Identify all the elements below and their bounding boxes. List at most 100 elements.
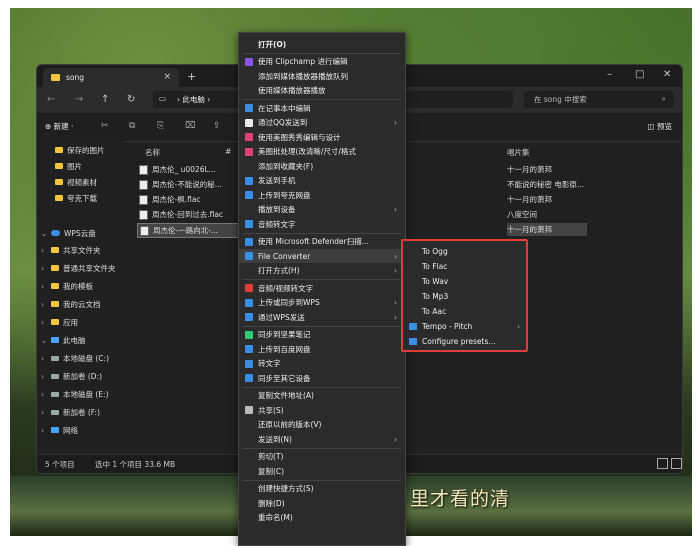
- menu-item-t-27[interactable]: 剪切(T): [239, 450, 405, 464]
- submenu-item-tempo-pitch[interactable]: Tempo - Pitch ›: [403, 319, 526, 333]
- menu-item-wps-18[interactable]: 通过WPS发送 ›: [239, 310, 405, 324]
- chevron-icon[interactable]: ›: [41, 390, 51, 399]
- menu-item-microsoft-defender-13[interactable]: 使用 Microsoft Defender扫描...: [239, 235, 405, 249]
- chevron-icon[interactable]: ⌄: [41, 336, 51, 345]
- sidebar-item-13[interactable]: › 本地磁盘 (E:): [41, 387, 109, 401]
- submenu-item-to-mp3[interactable]: To Mp3: [403, 289, 526, 303]
- column-album[interactable]: 唱片集: [507, 147, 530, 158]
- file-row[interactable]: 周杰伦_ u0026L...: [137, 163, 247, 176]
- menu-item-7[interactable]: 美图批处理(改清晰/尺寸/格式: [239, 145, 405, 159]
- chevron-icon[interactable]: ›: [41, 300, 51, 309]
- sidebar-item-1[interactable]: 图片: [55, 159, 82, 173]
- menu-item-m-31[interactable]: 重命名(M): [239, 511, 405, 525]
- share-icon[interactable]: ⇪: [213, 121, 221, 131]
- sidebar-item-14[interactable]: › 新加卷 (F:): [41, 405, 100, 419]
- menu-item-21[interactable]: 转文字: [239, 357, 405, 371]
- menu-item-4[interactable]: 在记事本中编辑: [239, 101, 405, 115]
- sidebar-item-3[interactable]: 夸克下载: [55, 191, 97, 205]
- menu-item-o-0[interactable]: 打开(O): [239, 37, 405, 51]
- file-row[interactable]: 周杰伦-一路向北-...: [137, 223, 249, 238]
- sidebar-item-8[interactable]: › 我的云文档: [41, 297, 101, 311]
- sidebar-item-2[interactable]: 视频素材: [55, 175, 97, 189]
- menu-item-3[interactable]: 使用媒体播放器播放: [239, 84, 405, 98]
- menu-item-2[interactable]: 添加到媒体播放器播放队列: [239, 69, 405, 83]
- up-icon[interactable]: ↑: [101, 94, 109, 105]
- column-number[interactable]: #: [225, 147, 231, 156]
- minimize-button[interactable]: –: [607, 69, 612, 80]
- menu-item-a-23[interactable]: 复制文件地址(A): [239, 389, 405, 403]
- sidebar-item-10[interactable]: ⌄ 此电脑: [41, 333, 86, 347]
- sidebar-item-label: 保存的图片: [67, 145, 105, 155]
- sidebar-item-15[interactable]: › 网络: [41, 423, 78, 437]
- menu-item-20[interactable]: 上传到百度网盘: [239, 342, 405, 356]
- menu-item-10[interactable]: 上传到夸克网盘: [239, 188, 405, 202]
- file-name: 周杰伦-一路向北-...: [153, 226, 219, 235]
- menu-item-9[interactable]: 发送到手机: [239, 174, 405, 188]
- menu-item-v-25[interactable]: 还原以前的版本(V): [239, 418, 405, 432]
- back-icon[interactable]: ←: [47, 94, 55, 105]
- tab-song[interactable]: song ×: [43, 68, 179, 87]
- search-input[interactable]: 在 song 中搜索 ⌕: [524, 91, 674, 108]
- chevron-icon[interactable]: ›: [41, 354, 51, 363]
- menu-item-file-converter-14[interactable]: File Converter ›: [239, 249, 405, 263]
- menu-item-clipchamp-1[interactable]: 使用 Clipchamp 进行编辑: [239, 55, 405, 69]
- chevron-icon[interactable]: ›: [41, 318, 51, 327]
- file-row[interactable]: 周杰伦-不能说的秘...: [137, 178, 247, 191]
- sidebar-item-0[interactable]: 保存的图片: [55, 143, 105, 157]
- forward-icon[interactable]: →: [75, 94, 83, 105]
- submenu-item-configure-presets[interactable]: Configure presets...: [403, 334, 526, 348]
- details-view-icon[interactable]: [657, 458, 668, 469]
- menu-item-16[interactable]: 音频/视频转文字: [239, 281, 405, 295]
- rename-icon[interactable]: ⌧: [185, 121, 195, 131]
- preview-button[interactable]: ◫ 预览: [648, 121, 672, 132]
- refresh-icon[interactable]: ↻: [127, 94, 135, 105]
- new-button[interactable]: ⊕ 新建 ·: [45, 121, 73, 132]
- close-tab-icon[interactable]: ×: [163, 72, 171, 82]
- menu-item-19[interactable]: 同步到坚果笔记: [239, 328, 405, 342]
- maximize-button[interactable]: □: [635, 69, 644, 80]
- sidebar-item-label: 新加卷 (F:): [63, 407, 100, 417]
- close-window-button[interactable]: ✕: [663, 69, 671, 80]
- sidebar-item-7[interactable]: › 我的模板: [41, 279, 93, 293]
- tiles-view-icon[interactable]: [671, 458, 682, 469]
- submenu-item-to-wav[interactable]: To Wav: [403, 274, 526, 288]
- sidebar-item-6[interactable]: › 普通共享文件夹: [41, 261, 116, 275]
- chevron-icon[interactable]: ›: [41, 264, 51, 273]
- chevron-icon[interactable]: ⌄: [41, 229, 51, 238]
- sidebar-item-9[interactable]: › 应用: [41, 315, 78, 329]
- menu-item-wps-17[interactable]: 上传或同步到WPS ›: [239, 296, 405, 310]
- sidebar-item-4[interactable]: ⌄ WPS云盘: [41, 226, 96, 240]
- cut-icon[interactable]: ✂: [101, 121, 109, 131]
- menu-item-qq-5[interactable]: 通过QQ发送到 ›: [239, 116, 405, 130]
- submenu-item-to-aac[interactable]: To Aac: [403, 304, 526, 318]
- menu-item-d-30[interactable]: 删除(D): [239, 496, 405, 510]
- menu-item-c-28[interactable]: 复制(C): [239, 464, 405, 478]
- menu-item-22[interactable]: 同步至其它设备: [239, 371, 405, 385]
- search-icon[interactable]: ⌕: [662, 94, 666, 104]
- menu-item-s-29[interactable]: 创建快捷方式(S): [239, 482, 405, 496]
- sidebar-item-5[interactable]: › 共享文件夹: [41, 243, 101, 257]
- breadcrumb[interactable]: › 此电脑 ›: [177, 94, 210, 105]
- submenu-item-to-flac[interactable]: To Flac: [403, 259, 526, 273]
- menu-item-11[interactable]: 播放到设备 ›: [239, 203, 405, 217]
- chevron-icon[interactable]: ›: [41, 372, 51, 381]
- sidebar-item-11[interactable]: › 本地磁盘 (C:): [41, 351, 109, 365]
- new-tab-button[interactable]: +: [187, 70, 196, 83]
- menu-item-h-15[interactable]: 打开方式(H) ›: [239, 264, 405, 278]
- column-name[interactable]: 名称: [145, 147, 160, 158]
- menu-item-s-24[interactable]: 共享(S): [239, 403, 405, 417]
- chevron-icon[interactable]: ›: [41, 426, 51, 435]
- submenu-item-to-ogg[interactable]: To Ogg: [403, 244, 526, 258]
- menu-item-n-26[interactable]: 发送到(N) ›: [239, 432, 405, 446]
- paste-icon[interactable]: ⎘: [157, 121, 164, 131]
- file-row[interactable]: 周杰伦-枫.flac: [137, 193, 247, 206]
- chevron-icon[interactable]: ›: [41, 408, 51, 417]
- chevron-icon[interactable]: ›: [41, 246, 51, 255]
- sidebar-item-12[interactable]: › 新加卷 (D:): [41, 369, 102, 383]
- menu-item-f-8[interactable]: 添加到收藏夹(F): [239, 159, 405, 173]
- file-row[interactable]: 周杰伦-回到过去.flac: [137, 208, 247, 221]
- chevron-icon[interactable]: ›: [41, 282, 51, 291]
- menu-item-6[interactable]: 使用美图秀秀编辑与设计: [239, 130, 405, 144]
- copy-icon[interactable]: ⧉: [129, 121, 135, 131]
- menu-item-12[interactable]: 音频转文字: [239, 217, 405, 231]
